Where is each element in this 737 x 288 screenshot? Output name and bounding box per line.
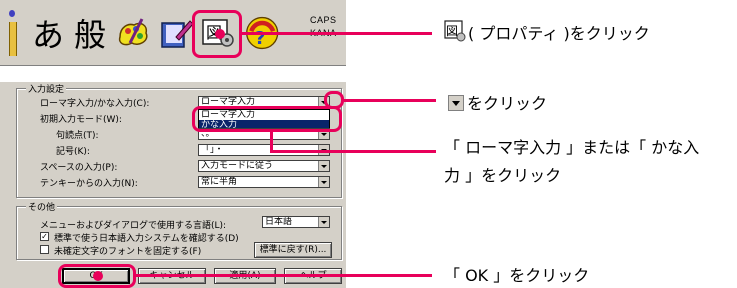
menu-language-select[interactable]: 日本語 — [262, 216, 330, 228]
symbol-label: 記号(K): — [56, 147, 90, 157]
menu-language-label: メニューおよびダイアログで使用する言語(L): — [40, 221, 227, 231]
tenkey-input-label: テンキーからの入力(N): — [40, 179, 138, 189]
step-select-text-2: 力 」をクリック — [444, 166, 562, 185]
step-select-text-1: 「 ローマ字入力 」または「 かな入 — [444, 138, 700, 157]
callout-dot — [93, 271, 103, 281]
input-mode-label: あ — [31, 16, 64, 54]
callout-line — [344, 99, 436, 102]
callout-line — [242, 32, 432, 35]
other-settings-title: その他 — [26, 200, 58, 213]
ime-grip-icon[interactable] — [8, 10, 17, 56]
input-settings-title: 入力設定 — [26, 82, 67, 95]
conversion-mode-label: 般 — [73, 16, 106, 54]
confirm-ime-checkbox[interactable]: ✓ — [40, 232, 49, 241]
input-mode-button[interactable]: あ — [28, 8, 68, 58]
fix-font-checkbox[interactable] — [40, 245, 49, 254]
romaji-kana-label: ローマ字入力/かな入力(C): — [40, 99, 150, 109]
callout-line — [270, 150, 436, 153]
step-dropdown-instruction: をクリック — [448, 90, 547, 114]
step-ok-instruction: 「 OK 」をクリック — [444, 266, 590, 285]
space-input-value: 入力モードに従う — [201, 161, 274, 171]
menu-language-value: 日本語 — [265, 217, 293, 227]
initial-mode-label: 初期入力モード(W): — [40, 115, 122, 125]
caps-label: CAPS — [310, 15, 337, 25]
callout-line — [136, 274, 432, 277]
symbol-value: 「」・ — [201, 145, 224, 155]
property-icon: 図 — [444, 20, 466, 46]
callout-dot — [215, 29, 225, 39]
chevron-down-icon[interactable] — [318, 217, 329, 227]
tenkey-input-select[interactable]: 常に半角 — [198, 176, 330, 188]
options-highlight — [192, 106, 342, 132]
step-dropdown-text: をクリック — [467, 94, 548, 113]
punctuation-label: 句読点(T): — [56, 131, 99, 141]
chevron-down-icon[interactable] — [318, 177, 329, 187]
reset-defaults-button[interactable]: 標準に戻す(R)... — [254, 242, 332, 258]
chevron-down-icon — [448, 95, 464, 111]
svg-text:図: 図 — [446, 24, 458, 38]
step-select-instruction: 「 ローマ字入力 」または「 かな入 力 」をクリック — [444, 134, 699, 190]
step-property-instruction: 図 ( プロパティ )をクリック — [444, 20, 650, 46]
fix-font-label: 未確定文字のフォントを固定する(F) — [54, 247, 202, 257]
dictionary-icon[interactable] — [156, 8, 196, 58]
chevron-down-icon[interactable] — [318, 161, 329, 171]
tenkey-input-value: 常に半角 — [201, 177, 238, 187]
confirm-ime-label: 標準で使う日本語入力システムを確認する(D) — [54, 234, 239, 244]
callout-line — [270, 132, 273, 152]
conversion-mode-button[interactable]: 般 — [70, 8, 110, 58]
space-input-label: スペースの入力(P): — [40, 163, 118, 173]
space-input-select[interactable]: 入力モードに従う — [198, 160, 330, 172]
step-property-text: ( プロパティ )をクリック — [468, 24, 650, 43]
caps-kana-indicator: CAPS KANA — [310, 14, 337, 40]
pad-icon[interactable] — [114, 8, 154, 58]
